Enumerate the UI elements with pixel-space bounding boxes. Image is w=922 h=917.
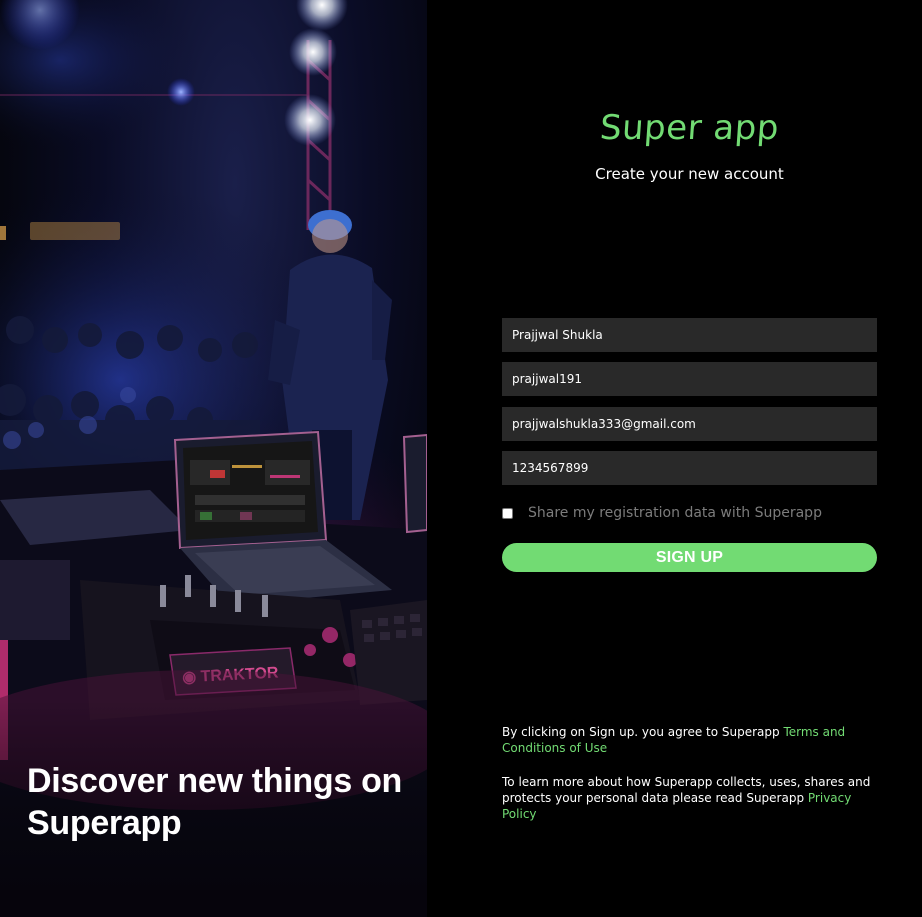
hero-panel: ◉ TRAKTOR Discover new things on Superap… xyxy=(0,0,427,917)
name-field[interactable] xyxy=(502,318,877,352)
terms-text: By clicking on Sign up. you agree to Sup… xyxy=(502,725,784,739)
email-field[interactable] xyxy=(502,407,877,441)
mobile-field[interactable] xyxy=(502,451,877,485)
signup-panel: Super app Create your new account Share … xyxy=(427,0,922,917)
signup-page: ◉ TRAKTOR Discover new things on Superap… xyxy=(0,0,922,917)
app-logo: Super app xyxy=(598,108,781,148)
signup-button[interactable]: SIGN UP xyxy=(502,543,877,572)
consent-row: Share my registration data with Superapp xyxy=(502,505,822,521)
username-field[interactable] xyxy=(502,362,877,396)
consent-label: Share my registration data with Superapp xyxy=(528,505,822,521)
hero-title: Discover new things on Superapp xyxy=(27,762,403,842)
page-subtitle: Create your new account xyxy=(595,165,784,183)
consent-checkbox[interactable] xyxy=(502,507,513,519)
privacy-notice: To learn more about how Superapp collect… xyxy=(502,774,882,822)
terms-notice: By clicking on Sign up. you agree to Sup… xyxy=(502,724,882,756)
